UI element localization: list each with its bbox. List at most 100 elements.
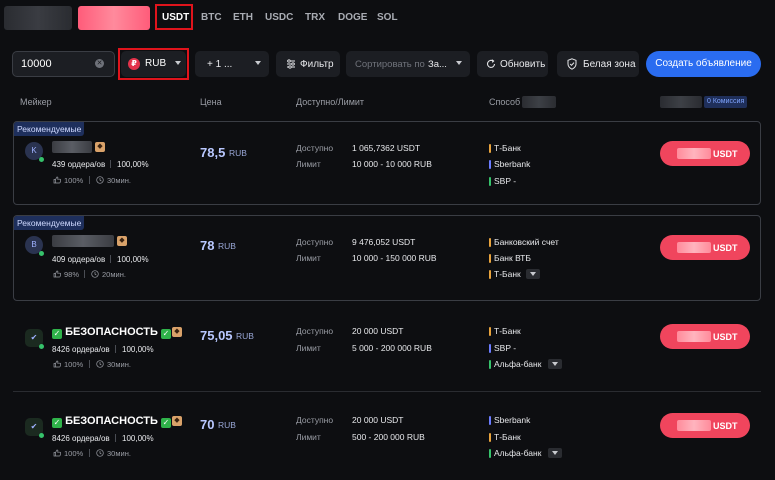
sort-placeholder: Сортировать по bbox=[355, 59, 425, 70]
verified-badge-icon: ◆ bbox=[172, 416, 182, 426]
orders-count: 8426 ордера/ов bbox=[52, 345, 110, 354]
buy-currency-label: USDT bbox=[713, 149, 738, 159]
payment-time: 30мин. bbox=[107, 176, 131, 185]
payment-method: Т-Банк bbox=[489, 269, 521, 279]
price-currency: RUB bbox=[218, 241, 236, 251]
header-method-blur bbox=[522, 96, 556, 108]
buy-button[interactable]: USDT bbox=[660, 235, 750, 260]
row-divider bbox=[13, 391, 761, 392]
orders-count: 8426 ордера/ов bbox=[52, 434, 110, 443]
payment-method: Sberbank bbox=[489, 159, 530, 169]
thumb-up-icon bbox=[53, 449, 61, 457]
price-value: 70 bbox=[200, 417, 215, 432]
price-currency: RUB bbox=[236, 331, 254, 341]
buy-label-blurred bbox=[677, 242, 711, 253]
rating-value: 98% bbox=[64, 270, 80, 279]
limit-value: 10 000 - 150 000 RUB bbox=[352, 253, 437, 263]
buy-currency-label: USDT bbox=[713, 243, 738, 253]
online-indicator bbox=[39, 157, 44, 162]
completion-rate: 100,00% bbox=[122, 434, 154, 443]
coin-tab-eth[interactable]: ETH bbox=[233, 12, 253, 23]
more-methods-button[interactable] bbox=[548, 448, 562, 458]
zero-fee-badge: 0 Комиссия bbox=[704, 96, 748, 108]
verified-badge-icon: ◆ bbox=[95, 142, 105, 152]
trade-tab-sell-blurred[interactable] bbox=[78, 6, 150, 30]
limit-label: Лимит bbox=[296, 159, 321, 169]
coin-tab-sol[interactable]: SOL bbox=[377, 12, 398, 23]
payment-method: Т-Банк bbox=[489, 143, 521, 153]
create-ad-button[interactable]: Создать объявление bbox=[646, 51, 761, 77]
divider bbox=[89, 176, 90, 184]
buy-button[interactable]: USDT bbox=[660, 413, 750, 438]
white-zone-button[interactable]: Белая зона bbox=[557, 51, 639, 77]
available-value: 9 476,052 USDT bbox=[352, 237, 416, 247]
coin-tab-btc[interactable]: BTC bbox=[201, 12, 222, 23]
coin-tab-usdt[interactable]: USDT bbox=[162, 12, 189, 23]
filter-label: Фильтр bbox=[300, 59, 334, 70]
online-indicator bbox=[39, 433, 44, 438]
rating-value: 100% bbox=[64, 360, 84, 369]
buy-button[interactable]: USDT bbox=[660, 141, 750, 166]
chevron-down-icon bbox=[552, 451, 558, 455]
payment-time: 30мин. bbox=[107, 360, 131, 369]
available-label: Доступно bbox=[296, 415, 334, 425]
rating-value: 100% bbox=[64, 449, 84, 458]
recommended-badge: Рекомендуемые bbox=[14, 216, 85, 230]
thumb-up-icon bbox=[53, 360, 61, 368]
completion-rate: 100,00% bbox=[117, 255, 149, 264]
available-label: Доступно bbox=[296, 326, 334, 336]
check-icon: ✓ bbox=[161, 329, 171, 339]
divider bbox=[84, 270, 85, 278]
more-methods-button[interactable] bbox=[526, 269, 540, 279]
clock-icon bbox=[91, 270, 99, 278]
recommended-badge: Рекомендуемые bbox=[14, 122, 85, 136]
verified-badge-icon: ◆ bbox=[117, 236, 127, 246]
refresh-icon bbox=[486, 59, 496, 68]
currency-highlight-box bbox=[118, 48, 189, 80]
clear-icon[interactable]: ✕ bbox=[95, 59, 104, 68]
completion-rate: 100,00% bbox=[117, 160, 149, 169]
clock-icon bbox=[96, 176, 104, 184]
divider bbox=[110, 160, 111, 168]
coin-tab-usdc[interactable]: USDC bbox=[265, 12, 293, 23]
available-value: 20 000 USDT bbox=[352, 326, 404, 336]
white-zone-label: Белая зона bbox=[583, 59, 636, 70]
divider bbox=[115, 345, 116, 353]
chevron-down-icon bbox=[530, 272, 536, 276]
buy-button[interactable]: USDT bbox=[660, 324, 750, 349]
buy-currency-label: USDT bbox=[713, 332, 738, 342]
divider bbox=[115, 434, 116, 442]
coin-tab-doge[interactable]: DOGE bbox=[338, 12, 367, 23]
buy-label-blurred bbox=[677, 420, 711, 431]
filter-bar: ✕ ₽ RUB + 1 ... Фильтр Сортировать по За… bbox=[0, 48, 775, 80]
check-icon: ✓ bbox=[52, 329, 62, 339]
price-value: 78,5 bbox=[200, 145, 226, 160]
divider bbox=[89, 360, 90, 368]
more-methods-button[interactable] bbox=[548, 359, 562, 369]
maker-name-blurred[interactable] bbox=[52, 235, 114, 247]
refresh-button[interactable]: Обновить bbox=[477, 51, 548, 77]
maker-name-blurred[interactable] bbox=[52, 141, 92, 153]
available-value: 20 000 USDT bbox=[352, 415, 404, 425]
sort-select[interactable]: Сортировать по За... bbox=[346, 51, 470, 77]
maker-name[interactable]: ✓ БЕЗОПАСНОСТЬ ✓ bbox=[52, 326, 171, 339]
limit-value: 10 000 - 10 000 RUB bbox=[352, 159, 432, 169]
filter-button[interactable]: Фильтр bbox=[276, 51, 340, 77]
divider bbox=[110, 255, 111, 263]
payment-method-select[interactable]: + 1 ... bbox=[195, 51, 269, 77]
limit-value: 500 - 200 000 RUB bbox=[352, 432, 425, 442]
header-maker: Мейкер bbox=[20, 97, 52, 107]
payment-time: 20мин. bbox=[102, 270, 126, 279]
header-trade-blur bbox=[660, 96, 702, 108]
maker-name[interactable]: ✓ БЕЗОПАСНОСТЬ ✓ bbox=[52, 415, 171, 428]
payment-method: SBP - bbox=[489, 343, 516, 353]
trade-tab-buy-blurred[interactable] bbox=[4, 6, 72, 30]
check-icon: ✓ bbox=[52, 418, 62, 428]
sort-value: За... bbox=[428, 59, 447, 70]
buy-label-blurred bbox=[677, 331, 711, 342]
online-indicator bbox=[39, 251, 44, 256]
coin-tab-trx[interactable]: TRX bbox=[305, 12, 325, 23]
payment-time: 30мин. bbox=[107, 449, 131, 458]
completion-rate: 100,00% bbox=[122, 345, 154, 354]
limit-value: 5 000 - 200 000 RUB bbox=[352, 343, 432, 353]
